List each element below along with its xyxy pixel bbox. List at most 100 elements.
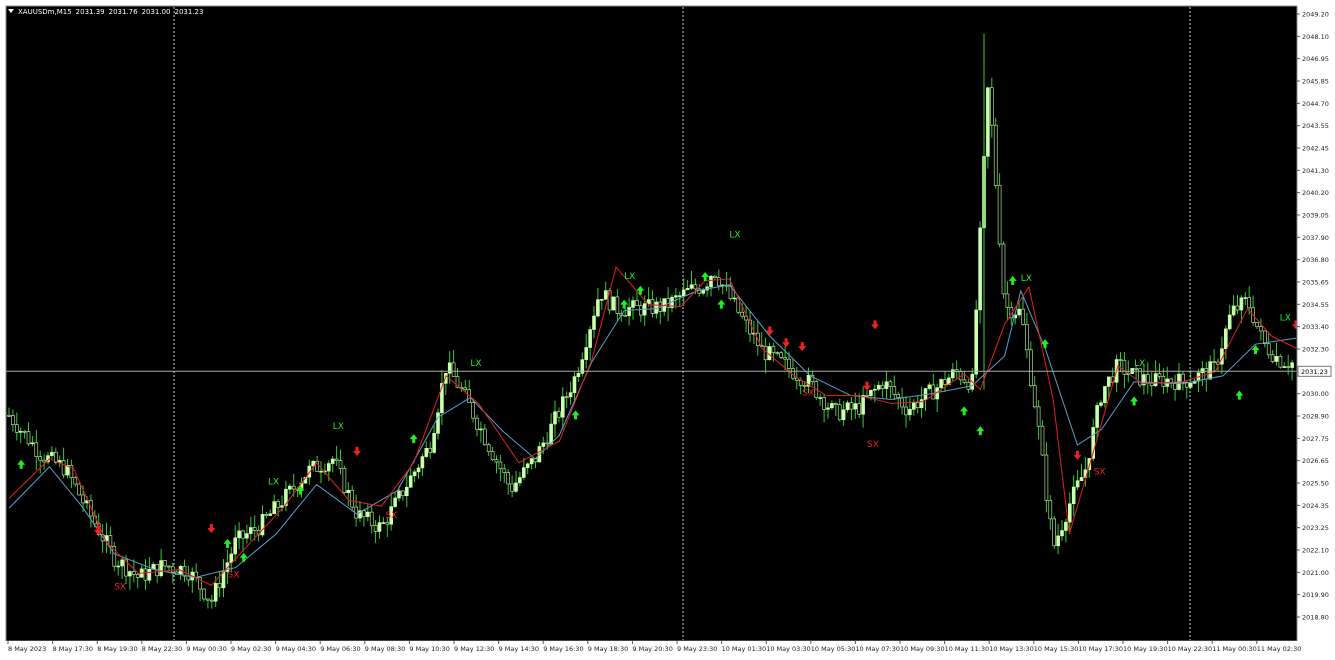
candle-body (482, 428, 487, 446)
time-tick-label: 9 May 04:30 (276, 645, 316, 653)
time-tick-label: 9 May 12:30 (454, 645, 494, 653)
candle-body (1212, 361, 1216, 364)
candle-body (845, 402, 850, 411)
candle-body (861, 395, 865, 415)
candle-body (264, 514, 269, 516)
price-tick-label: 2022.10 (1302, 547, 1329, 555)
candle-body (1064, 521, 1068, 531)
time-tick-label: 9 May 23:30 (677, 645, 717, 653)
candle-body (424, 447, 429, 457)
candle-body (713, 275, 717, 278)
candle-body (217, 583, 222, 589)
candle-body (638, 305, 643, 316)
candle-body (943, 379, 947, 385)
candle-body (15, 424, 19, 433)
candle-body (57, 460, 62, 463)
chart-window[interactable]: SXSXLXLXSXLXLXLXSXSXLXSXLXLXSX 2049.2020… (0, 0, 1335, 660)
price-chart[interactable]: SXSXLXLXSXLXLXLXSXSXLXSXLXLXSX 2049.2020… (0, 0, 1335, 660)
time-tick-label: 9 May 10:30 (409, 645, 449, 653)
candle-body (73, 477, 78, 485)
time-tick-label: 9 May 06:30 (320, 645, 360, 653)
candle-body (210, 599, 214, 602)
candle-body (763, 346, 768, 361)
time-tick-label: 10 May 05:30 (811, 645, 856, 653)
candle-body (709, 275, 713, 288)
candle-body (732, 297, 737, 300)
candle-body (1153, 373, 1158, 387)
candle-body (167, 565, 171, 568)
candle-body (342, 468, 347, 494)
price-tick-label: 2041.30 (1302, 167, 1329, 175)
price-tick-label: 2049.20 (1302, 11, 1329, 19)
candle-body (560, 396, 565, 418)
candle-body (677, 295, 682, 297)
candle-body (385, 522, 390, 525)
candle-body (397, 490, 401, 499)
candle-body (1021, 308, 1025, 325)
candle-body (603, 290, 608, 300)
candle-body (521, 467, 526, 478)
candle-body (475, 417, 479, 430)
lx-label: LX (729, 230, 740, 240)
price-tick-label: 2036.80 (1302, 256, 1329, 264)
dropdown-triangle-icon[interactable] (8, 9, 14, 13)
candle-body (506, 472, 511, 485)
time-tick-label: 9 May 16:30 (543, 645, 583, 653)
time-tick-label: 8 May 17:30 (53, 645, 93, 653)
candle-body (1075, 480, 1080, 488)
candle-body (471, 402, 475, 419)
price-tick-label: 2046.95 (1302, 55, 1329, 63)
candle-body (1017, 308, 1021, 316)
candle-body (529, 458, 534, 465)
candle-body (931, 384, 936, 400)
candle-body (319, 470, 323, 473)
candle-body (451, 362, 456, 377)
candle-body (1056, 535, 1060, 547)
candle-body (1255, 322, 1259, 327)
candle-body (1060, 530, 1064, 537)
candle-body (22, 430, 27, 433)
candle-body (334, 458, 339, 461)
candle-body (771, 346, 776, 353)
candle-body (592, 315, 596, 330)
time-tick-label: 10 May 22:30 (1168, 645, 1213, 653)
ohlc-low: 2031.00 (141, 8, 171, 16)
time-tick-label: 10 May 03:30 (766, 645, 811, 653)
candle-body (568, 392, 573, 398)
candle-body (1099, 402, 1103, 406)
candle-body (997, 185, 1002, 245)
price-tick-label: 2040.20 (1302, 189, 1329, 197)
sx-label: SX (385, 511, 397, 521)
candle-body (674, 295, 678, 298)
price-tick-label: 2033.40 (1302, 323, 1329, 331)
candle-body (408, 475, 413, 488)
candle-body (1239, 297, 1244, 311)
candle-body (237, 530, 241, 539)
ohlc-open: 2031.39 (75, 8, 105, 16)
ohlc-close: 2031.23 (174, 8, 204, 16)
time-tick-label: 8 May 2023 (8, 645, 46, 653)
candle-body (1259, 326, 1263, 332)
candle-body (701, 289, 706, 294)
time-tick-label: 9 May 14:30 (499, 645, 539, 653)
candle-body (1032, 385, 1037, 408)
candle-body (1029, 349, 1033, 387)
lx-label: LX (333, 422, 344, 432)
candle-body (611, 296, 616, 311)
candle-body (486, 444, 491, 452)
candle-body (1118, 359, 1123, 361)
current-price-label: 2031.23 (1301, 368, 1328, 376)
candle-body (18, 430, 23, 433)
candle-body (904, 406, 908, 416)
lx-label: LX (1280, 313, 1291, 323)
candle-body (252, 527, 257, 531)
time-tick-label: 9 May 00:30 (186, 645, 226, 653)
candle-body (1068, 503, 1072, 523)
time-tick-label: 10 May 15:30 (1034, 645, 1079, 653)
candle-body (260, 514, 265, 536)
candle-body (876, 384, 881, 390)
candle-body (911, 402, 916, 410)
candle-body (588, 329, 592, 348)
candle-body (884, 381, 889, 390)
candle-body (892, 386, 897, 395)
